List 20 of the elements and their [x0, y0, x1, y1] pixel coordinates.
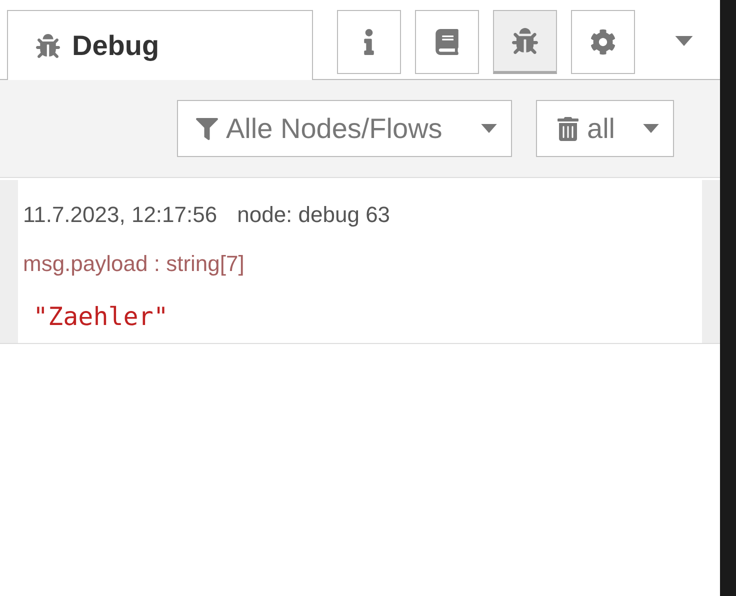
caret-icon [481, 124, 497, 133]
sidebar-button[interactable] [493, 10, 557, 74]
bug-icon [512, 28, 538, 54]
sidebar-button[interactable] [337, 10, 401, 74]
filter-dropdown[interactable]: Alle Nodes/Flows [177, 100, 512, 157]
message-timestamp: 11.7.2023, 12:17:56 [23, 201, 218, 229]
debug-tab[interactable]: Debug [7, 10, 313, 80]
bug-icon [36, 34, 60, 58]
message-meta: msg.payload : string[7] [23, 250, 244, 278]
message-value: "Zaehler" [33, 301, 168, 333]
filter-icon [196, 118, 218, 140]
sidebar-button[interactable] [415, 10, 479, 74]
book-icon [434, 29, 460, 55]
clear-dropdown[interactable]: all [536, 100, 674, 157]
settings-icon [590, 29, 616, 55]
trash-icon [557, 116, 579, 140]
caret-icon[interactable] [675, 36, 693, 46]
caret-icon [643, 124, 659, 133]
sidebar-button[interactable] [571, 10, 635, 74]
node-label: node: debug 63 [237, 201, 390, 229]
